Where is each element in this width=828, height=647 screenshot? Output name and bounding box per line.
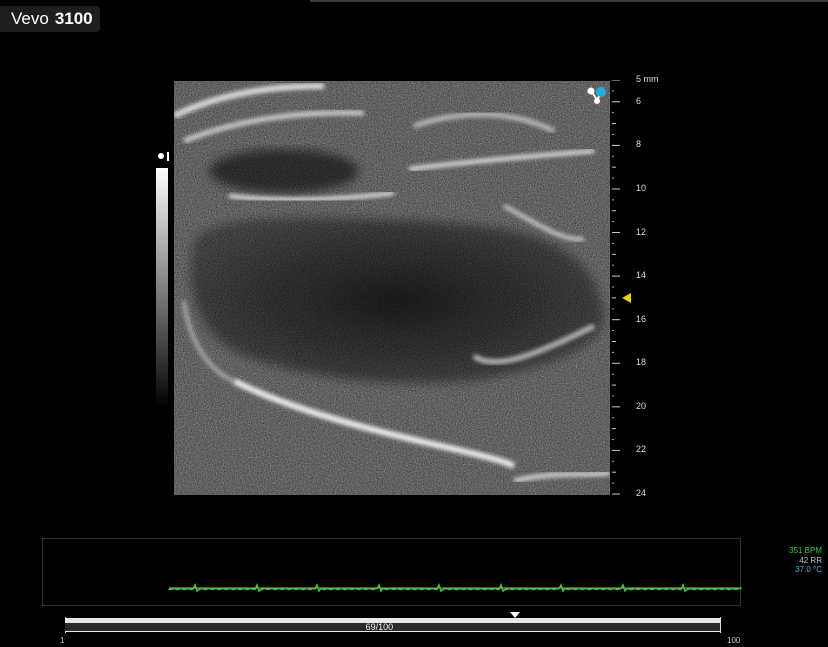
app-brand: Vevo 3100	[0, 6, 100, 32]
physio-panel	[42, 538, 742, 606]
grayscale-indicator-tick	[167, 152, 169, 161]
view-orientation-icon	[584, 84, 610, 106]
frame-slider[interactable]: 69/100	[65, 618, 720, 632]
respiration-readout: 42 RR	[799, 556, 822, 565]
depth-label: 24	[636, 488, 647, 498]
frame-max-label: 100	[727, 636, 741, 645]
depth-label: 12	[636, 226, 647, 237]
brand-model: 3100	[54, 9, 93, 28]
depth-label: 22	[636, 444, 647, 455]
grayscale-bar	[156, 168, 168, 408]
ultrasound-image-render	[174, 81, 610, 495]
top-divider	[310, 0, 828, 2]
grayscale-indicator-dot	[158, 153, 164, 159]
depth-label: 14	[636, 270, 647, 281]
brand-name: Vevo	[11, 9, 49, 28]
depth-label: 16	[636, 313, 647, 324]
depth-label: 5 mm	[636, 74, 659, 84]
depth-label: 8	[636, 139, 642, 150]
frame-slider-end-tick	[720, 617, 721, 633]
depth-label: 18	[636, 357, 647, 368]
frame-counter: 69/100	[365, 622, 394, 632]
heart-rate-readout: 351 BPM	[789, 546, 822, 555]
ultrasound-image[interactable]	[174, 81, 610, 495]
depth-label: 10	[636, 182, 647, 193]
temperature-readout: 37.0 °C	[795, 565, 822, 574]
depth-label: 20	[636, 400, 647, 411]
depth-label: 6	[636, 95, 642, 106]
frame-min-label: 1	[60, 636, 65, 645]
focus-triangle-icon[interactable]	[622, 293, 631, 303]
ecg-trace	[168, 582, 742, 593]
